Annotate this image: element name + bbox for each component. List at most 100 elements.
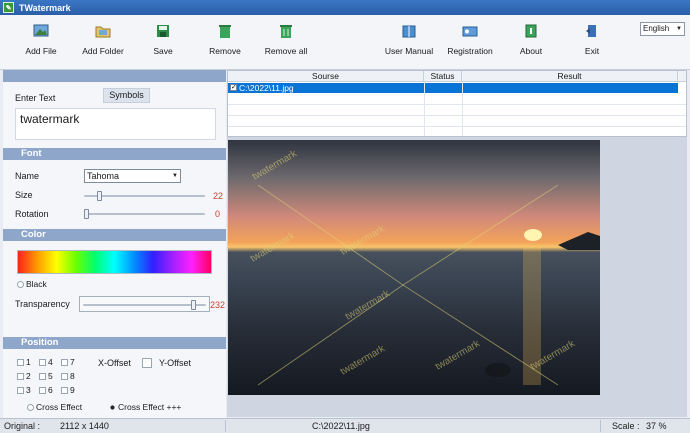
font-name-select[interactable]: Tahoma ▼ bbox=[84, 169, 181, 183]
cross-effect-radio[interactable]: Cross Effect bbox=[27, 402, 82, 412]
position-section-header: Position bbox=[3, 337, 226, 349]
checkbox-box bbox=[61, 358, 68, 366]
column-header-result[interactable]: Result bbox=[462, 71, 678, 82]
exit-button[interactable]: Exit bbox=[557, 23, 627, 56]
slider-track bbox=[84, 195, 205, 197]
add-file-label: Add File bbox=[25, 46, 57, 56]
slider-track bbox=[83, 304, 206, 306]
slider-thumb[interactable] bbox=[191, 300, 196, 310]
font-size-label: Size bbox=[15, 190, 33, 200]
registration-button[interactable]: Registration bbox=[435, 23, 505, 56]
save-label: Save bbox=[153, 46, 173, 56]
row-checkbox[interactable]: ✓ bbox=[230, 84, 237, 91]
about-label: About bbox=[519, 46, 543, 56]
position-number: 9 bbox=[70, 385, 75, 395]
transparency-label: Transparency bbox=[15, 299, 70, 309]
row-source-path: C:\2022\11.jpg bbox=[239, 83, 294, 93]
radio-circle bbox=[17, 280, 24, 288]
table-row[interactable]: ✓ C:\2022\11.jpg bbox=[228, 83, 678, 93]
position-checkbox-6[interactable]: 6 bbox=[39, 385, 53, 395]
position-number: 7 bbox=[70, 357, 75, 367]
book-icon bbox=[402, 25, 416, 38]
position-checkbox-4[interactable]: 4 bbox=[39, 357, 53, 367]
checkbox-box bbox=[39, 386, 46, 394]
slider-track bbox=[84, 213, 205, 215]
save-button[interactable]: Save bbox=[128, 23, 198, 56]
x-offset-label: X-Offset bbox=[98, 358, 131, 368]
position-number: 8 bbox=[70, 371, 75, 381]
column-header-source[interactable]: Sourse bbox=[228, 71, 424, 82]
font-section-header: Font bbox=[3, 148, 226, 160]
radio-circle bbox=[27, 403, 34, 411]
checkbox-box bbox=[142, 358, 152, 368]
rotation-label: Rotation bbox=[15, 209, 49, 219]
position-number: 5 bbox=[48, 371, 53, 381]
watermark-text-input[interactable]: twatermark bbox=[15, 108, 216, 140]
title-bar: ✎ TWatermark bbox=[0, 0, 690, 15]
rotation-slider[interactable] bbox=[84, 209, 205, 219]
position-checkbox-7[interactable]: 7 bbox=[61, 357, 75, 367]
position-checkbox-5[interactable]: 5 bbox=[39, 371, 53, 381]
color-spectrum-picker[interactable] bbox=[17, 250, 212, 274]
y-offset-label: Y-Offset bbox=[159, 358, 192, 368]
toolbar: Add File Add Folder Save Remove Remove a… bbox=[0, 15, 690, 70]
column-header-status[interactable]: Status bbox=[424, 71, 462, 82]
user-manual-label: User Manual bbox=[384, 46, 434, 56]
status-bar: Original : 2112 x 1440 C:\2022\11.jpg Sc… bbox=[0, 418, 690, 433]
position-checkbox-3[interactable]: 3 bbox=[17, 385, 31, 395]
add-folder-icon bbox=[95, 26, 111, 38]
checkbox-box bbox=[39, 358, 46, 366]
position-number: 1 bbox=[26, 357, 31, 367]
enter-text-label: Enter Text bbox=[15, 93, 56, 103]
grid-header: Sourse Status Result bbox=[228, 71, 686, 82]
black-radio[interactable]: Black bbox=[17, 279, 47, 289]
scale-label: Scale : bbox=[612, 421, 640, 431]
chevron-down-icon: ▼ bbox=[676, 26, 682, 32]
status-file-path: C:\2022\11.jpg bbox=[312, 421, 370, 431]
remove-button[interactable]: Remove bbox=[190, 23, 260, 56]
status-divider bbox=[225, 420, 226, 432]
position-number: 4 bbox=[48, 357, 53, 367]
cross-effect-plus-radio[interactable]: Cross Effect +++ bbox=[109, 402, 181, 412]
slider-thumb[interactable] bbox=[84, 209, 89, 219]
position-checkbox-9[interactable]: 9 bbox=[61, 385, 75, 395]
remove-label: Remove bbox=[209, 46, 241, 56]
exit-label: Exit bbox=[584, 46, 600, 56]
radio-circle-selected bbox=[110, 404, 115, 410]
language-select[interactable]: English ▼ bbox=[640, 22, 685, 36]
checkbox-box bbox=[61, 386, 68, 394]
position-checkbox-8[interactable]: 8 bbox=[61, 371, 75, 381]
checkbox-box bbox=[17, 372, 24, 380]
about-button[interactable]: About bbox=[496, 23, 566, 56]
font-size-value: 22 bbox=[213, 191, 224, 201]
add-file-button[interactable]: Add File bbox=[6, 23, 76, 56]
grid-divider bbox=[462, 82, 463, 136]
position-checkbox-1[interactable]: 1 bbox=[17, 357, 31, 367]
rotation-value: 0 bbox=[215, 209, 221, 219]
position-number: 2 bbox=[26, 371, 31, 381]
slider-thumb[interactable] bbox=[97, 191, 102, 201]
color-section-header: Color bbox=[3, 229, 226, 241]
checkbox-box bbox=[17, 358, 24, 366]
checkbox-box bbox=[39, 372, 46, 380]
grid-divider bbox=[228, 126, 686, 127]
registration-icon bbox=[462, 26, 478, 37]
position-checkbox-2[interactable]: 2 bbox=[17, 371, 31, 381]
transparency-slider-box bbox=[79, 296, 210, 312]
remove-all-label: Remove all bbox=[264, 46, 308, 56]
transparency-slider[interactable] bbox=[83, 300, 206, 310]
y-offset-checkbox[interactable] bbox=[142, 358, 154, 368]
user-manual-button[interactable]: User Manual bbox=[374, 23, 444, 56]
add-file-icon bbox=[33, 24, 49, 37]
remove-all-button[interactable]: Remove all bbox=[251, 23, 321, 56]
cross-effect-label: Cross Effect bbox=[36, 402, 83, 412]
symbols-button[interactable]: Symbols bbox=[103, 88, 150, 103]
font-name-value: Tahoma bbox=[87, 171, 120, 181]
preview-image[interactable]: twatermark twatermark twatermark twaterm… bbox=[228, 140, 600, 395]
language-value: English bbox=[643, 24, 670, 33]
font-size-slider[interactable] bbox=[84, 191, 205, 201]
original-size-value: 2112 x 1440 bbox=[60, 421, 109, 431]
black-label: Black bbox=[26, 279, 47, 289]
position-number: 3 bbox=[26, 385, 31, 395]
save-icon bbox=[157, 25, 169, 37]
